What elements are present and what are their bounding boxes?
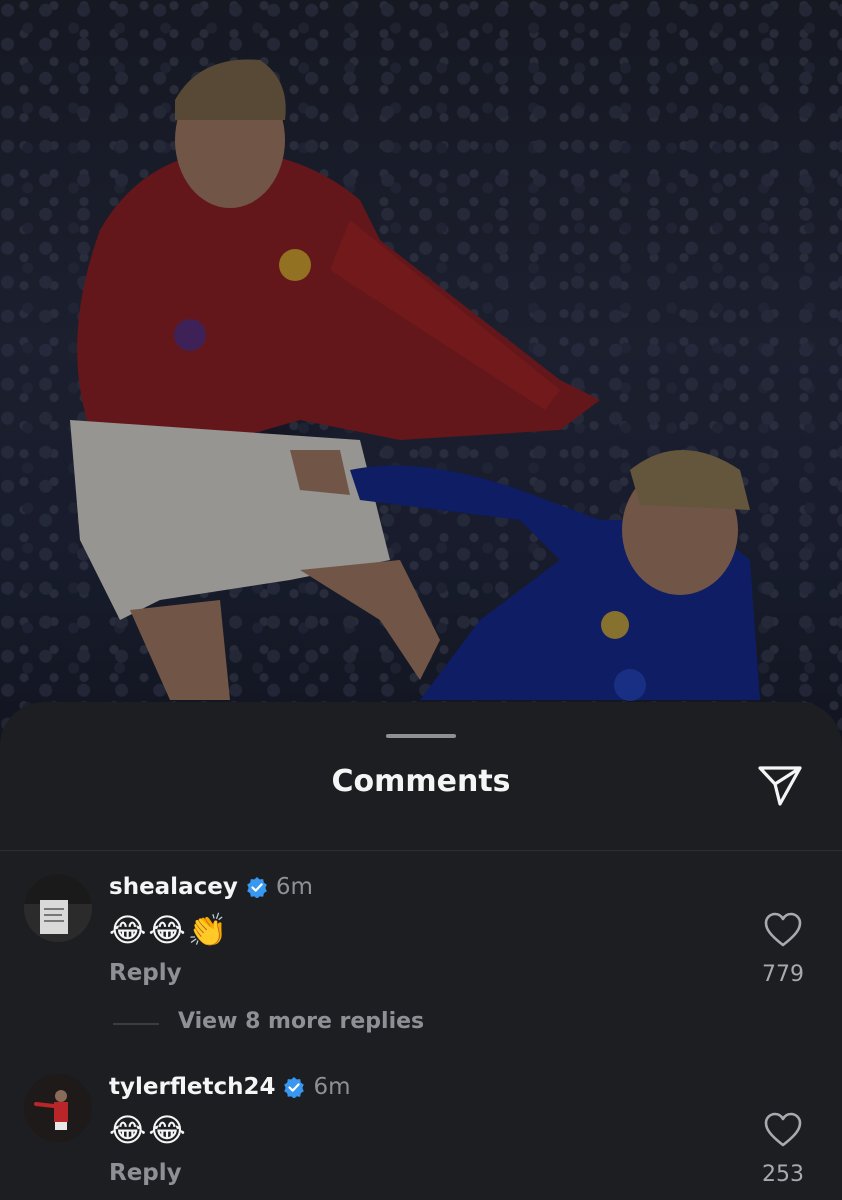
comment-header: shealacey 6m <box>109 874 313 900</box>
verified-badge-icon <box>284 1077 305 1098</box>
comment-username[interactable]: shealacey <box>109 874 238 900</box>
comment-header: tylerfletch24 6m <box>109 1074 351 1100</box>
comment-time: 6m <box>275 874 313 900</box>
view-more-replies-button[interactable]: View 8 more replies <box>178 1009 424 1034</box>
comment-username[interactable]: tylerfletch24 <box>109 1074 275 1100</box>
avatar-image <box>24 1074 92 1142</box>
comment-text: 😂😂👏 <box>109 911 230 949</box>
reply-button[interactable]: Reply <box>109 960 182 986</box>
avatar-image <box>24 874 92 942</box>
comments-sheet: Comments shealacey 6m 😂😂👏 Reply 779 View… <box>0 702 842 1200</box>
football-players-illustration <box>0 0 842 760</box>
replies-line <box>113 1023 159 1025</box>
heart-icon[interactable] <box>764 912 802 948</box>
like-count: 253 <box>762 1162 804 1187</box>
avatar[interactable] <box>24 1074 92 1142</box>
screen: Comments shealacey 6m 😂😂👏 Reply 779 View… <box>0 0 842 1200</box>
post-image[interactable] <box>0 0 842 760</box>
paper-plane-icon[interactable] <box>754 760 804 810</box>
verified-badge-icon <box>247 877 267 898</box>
heart-icon[interactable] <box>764 1112 802 1148</box>
like-count: 779 <box>762 962 804 987</box>
avatar[interactable] <box>24 874 92 942</box>
comment-time: 6m <box>313 1074 351 1100</box>
comment-text: 😂😂 <box>109 1111 188 1149</box>
sheet-title: Comments <box>331 764 511 799</box>
sheet-grabber[interactable] <box>386 734 456 738</box>
header-divider <box>0 850 842 851</box>
reply-button[interactable]: Reply <box>109 1160 182 1186</box>
